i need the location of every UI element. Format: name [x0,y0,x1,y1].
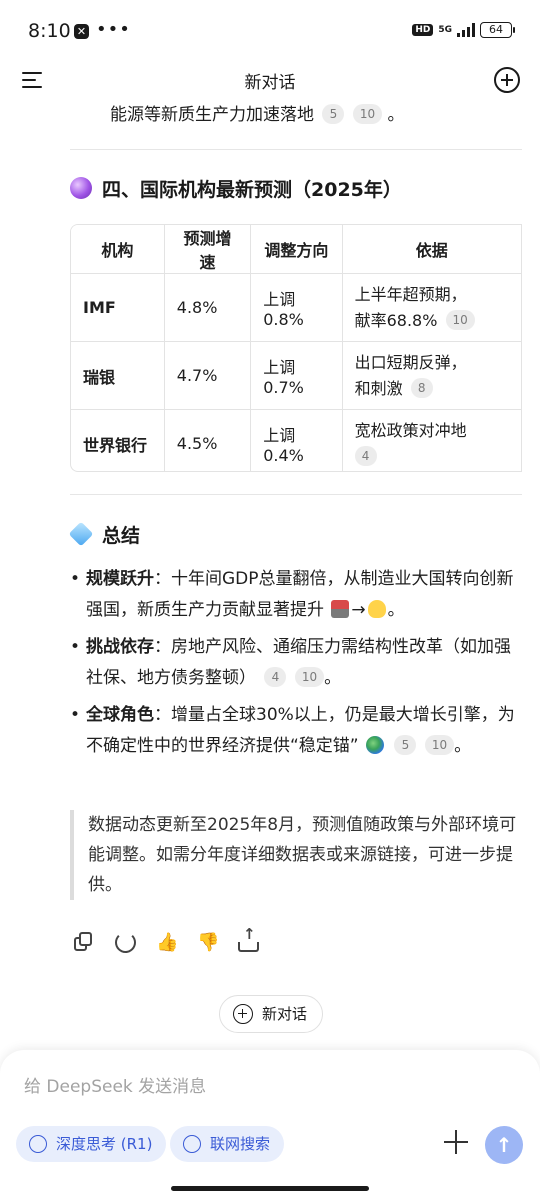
thumbs-up-icon[interactable]: 👍 [156,932,178,953]
table-cell: 4.7% [164,341,252,410]
lead-text-body: 能源等新质生产力加速落地 [110,105,314,125]
table-cell: 上半年超预期， 献率68.8% 10 [342,273,522,342]
table-row: IMF 4.8% 上调0.8% 上半年超预期， 献率68.8% 10 [71,273,522,342]
table-cell: 世界银行 [71,409,165,471]
factory-icon [331,600,350,618]
send-button[interactable]: ↑ [485,1126,523,1164]
table-cell: 上调0.4% [250,409,343,471]
bullet-label: 全球角色 [86,705,154,725]
web-search-label: 联网搜索 [210,1135,271,1153]
section-heading: 总结 [68,521,141,548]
divider [70,494,522,495]
new-chat-icon[interactable] [494,67,520,93]
message-composer: 给 DeepSeek 发送消息 深度思考 (R1) 联网搜索 ↑ [0,1050,540,1200]
bullet-tail: 。 [324,668,342,688]
new-chat-button[interactable]: 新对话 [219,995,323,1033]
table-cell: 4.8% [164,273,252,342]
share-icon[interactable] [238,925,259,952]
list-item: 挑战依存：房地产风险、通缩压力需结构性改革（如加强社保、地方债务整顿） 4 10… [70,632,522,694]
column-header: 依据 [342,225,522,274]
table-cell: 4.5% [164,409,252,471]
network-type: 5G [438,24,452,35]
citation-badge[interactable]: 10 [352,104,383,124]
message-actions: 👍 👎 [74,925,259,953]
gem-icon [68,521,94,547]
table-row: 世界银行 4.5% 上调0.4% 宽松政策对冲地 4 [71,409,522,471]
citation-badge[interactable]: 4 [264,667,287,687]
crystal-ball-icon [70,177,92,199]
web-search-toggle[interactable]: 联网搜索 [170,1126,285,1162]
column-header: 机构 [71,225,165,274]
section-heading-text: 总结 [102,525,141,547]
note-blockquote: 数据动态更新至2025年8月，预测值随政策与外部环境可能调整。如需分年度详细数据… [70,810,522,900]
citation-badge[interactable]: 10 [294,667,325,687]
basis-line: 出口短期反弹， [354,352,467,372]
globe-icon [183,1135,201,1153]
table-header-row: 机构 预测增速 调整方向 依据 [71,225,522,274]
bullet-tail: 。 [387,600,405,620]
list-item: 全球角色：增量占全球30%以上，仍是最大增长引擎，为不确定性中的世界经济提供“稳… [70,700,522,762]
table-cell: 瑞银 [71,341,165,410]
citation-badge[interactable]: 5 [322,104,345,124]
deep-think-toggle[interactable]: 深度思考 (R1) [16,1126,167,1162]
status-indicators: HD 5G 64 [412,22,515,38]
message-input[interactable]: 给 DeepSeek 发送消息 [24,1072,206,1097]
citation-badge[interactable]: 8 [410,377,433,398]
forecast-table[interactable]: 机构 预测增速 调整方向 依据 IMF 4.8% 上调0.8% 上半年超预期， … [70,224,522,472]
arrow-text: → [351,600,366,620]
bullet-label: 规模跃升 [86,569,154,589]
regenerate-icon[interactable] [115,932,136,953]
status-time: 8:10 [28,20,71,42]
app-header: 新对话 [0,64,540,96]
app-notification-icon: ✕ [74,24,89,39]
lead-text: 能源等新质生产力加速落地 5 10 。 [110,100,405,125]
summary-list: 规模跃升：十年间GDP总量翻倍，从制造业大国转向创新强国，新质生产力贡献显著提升… [70,564,522,768]
citation-badge[interactable]: 5 [394,735,417,755]
section-heading: 四、国际机构最新预测（2025年） [70,175,402,202]
globe-icon [366,736,385,754]
divider [70,149,522,150]
table-cell: IMF [71,273,165,342]
bullet-tail: 。 [454,736,472,756]
atom-icon [29,1135,47,1153]
table-cell: 出口短期反弹， 和刺激 8 [342,341,522,410]
home-indicator [171,1186,369,1191]
section-heading-text: 四、国际机构最新预测（2025年） [102,179,402,201]
table-cell: 上调0.7% [250,341,343,410]
page-title: 新对话 [244,73,296,93]
column-header: 调整方向 [250,225,343,274]
basis-line: 和刺激 [354,378,403,398]
lightbulb-icon [367,600,386,618]
citation-badge[interactable]: 10 [424,735,455,755]
table-cell: 上调0.8% [250,273,343,342]
list-item: 规模跃升：十年间GDP总量翻倍，从制造业大国转向创新强国，新质生产力贡献显著提升… [70,564,522,626]
battery-icon: 64 [480,22,515,38]
table-cell: 宽松政策对冲地 4 [342,409,522,471]
table-row: 瑞银 4.7% 上调0.7% 出口短期反弹， 和刺激 8 [71,341,522,410]
new-chat-label: 新对话 [262,1005,308,1023]
thumbs-down-icon[interactable]: 👎 [197,932,219,953]
bullet-label: 挑战依存 [86,637,154,657]
basis-line: 宽松政策对冲地 [354,420,467,440]
more-notifications-icon: ••• [96,19,131,40]
attach-plus-icon[interactable] [444,1130,468,1154]
deep-think-label: 深度思考 (R1) [56,1135,153,1153]
hd-badge: HD [412,24,434,36]
plus-circle-icon [233,1004,253,1024]
lead-tail: 。 [387,105,405,125]
basis-line: 献率68.8% [354,310,438,330]
citation-badge[interactable]: 10 [445,309,475,330]
column-header: 预测增速 [164,225,252,274]
citation-badge[interactable]: 4 [354,445,377,466]
copy-icon[interactable] [74,932,95,953]
basis-line: 上半年超预期， [354,284,467,304]
signal-icon [457,23,475,37]
status-bar: 8:10 ✕ ••• HD 5G 64 [0,0,540,64]
